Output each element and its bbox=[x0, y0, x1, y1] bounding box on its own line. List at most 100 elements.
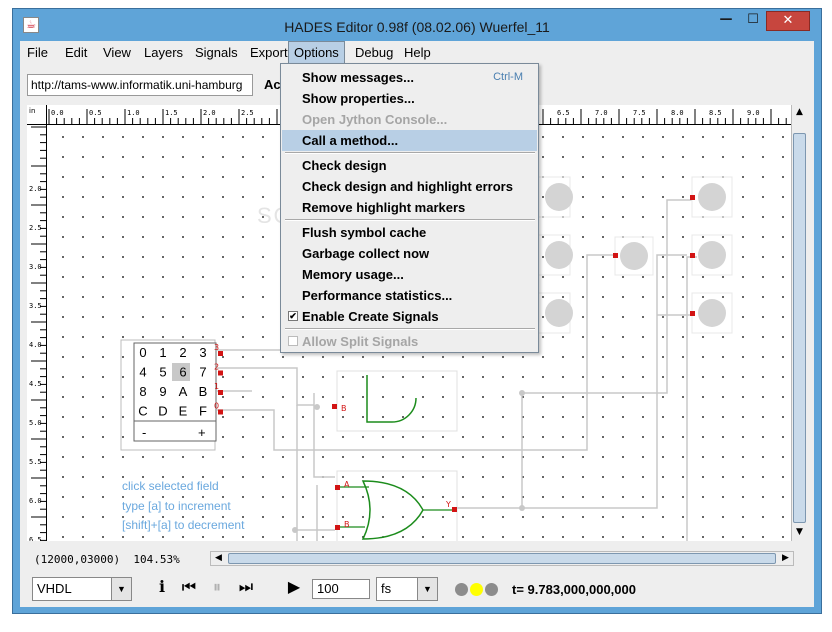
hex-key-1[interactable]: 1 bbox=[159, 345, 166, 360]
menu-item-remove-highlight[interactable]: Remove highlight markers bbox=[282, 197, 537, 218]
title-bar[interactable]: ☕ HADES Editor 0.98f (08.02.06) Wuerfel_… bbox=[13, 9, 821, 42]
hex-key-4[interactable]: 4 bbox=[139, 365, 146, 380]
or-gate-pin-a[interactable] bbox=[335, 485, 340, 490]
or-gate-pin-y[interactable] bbox=[452, 507, 457, 512]
menu-item-check-design[interactable]: Check design bbox=[282, 155, 537, 176]
menu-item-label: Enable Create Signals bbox=[302, 309, 439, 324]
options-dropdown-menu: Show messages... Ctrl-M Show properties.… bbox=[280, 63, 539, 353]
ruler-label: 2.0 bbox=[203, 109, 216, 117]
status-coords: (12000,03000) 104.53% bbox=[34, 553, 180, 566]
hex-key-3[interactable]: 3 bbox=[199, 345, 206, 360]
or-gate-pin-b[interactable] bbox=[335, 525, 340, 530]
menu-item-garbage-collect[interactable]: Garbage collect now bbox=[282, 243, 537, 264]
hex-keypad[interactable]: 0 1 2 34 5 6 78 9 A BC D E F - + 3210 bbox=[120, 339, 223, 451]
rewind-icon[interactable]: ⏮ bbox=[177, 576, 201, 598]
and-gate[interactable]: B bbox=[332, 370, 458, 432]
ruler-label: 4.0 bbox=[29, 341, 42, 349]
hex-key-6[interactable]: 6 bbox=[179, 365, 186, 380]
step-input[interactable]: 100 bbox=[312, 579, 370, 599]
hex-key-2[interactable]: 2 bbox=[179, 345, 186, 360]
menu-item-enable-create-signals[interactable]: ✔ Enable Create Signals bbox=[282, 306, 537, 327]
url-input[interactable]: http://tams-www.informatik.uni-hamburg bbox=[27, 74, 253, 96]
led-pin[interactable] bbox=[690, 311, 695, 316]
scroll-down-icon[interactable]: ▼ bbox=[792, 525, 807, 539]
language-select[interactable]: VHDL ▼ bbox=[32, 577, 132, 601]
simulation-time: t= 9.783,000,000,000 bbox=[512, 582, 636, 597]
horizontal-scrollbar[interactable]: ◀ ▶ bbox=[210, 551, 794, 566]
checkbox-unchecked-icon[interactable] bbox=[288, 336, 298, 346]
hex-key-c[interactable]: C bbox=[138, 404, 147, 419]
horizontal-scroll-thumb[interactable] bbox=[228, 553, 776, 564]
led-outputs[interactable] bbox=[524, 176, 733, 334]
and-gate-pin[interactable] bbox=[332, 404, 337, 409]
hex-key-0[interactable]: 0 bbox=[139, 345, 146, 360]
fast-forward-icon[interactable]: ⏭ bbox=[234, 576, 258, 598]
ruler-label: 3.0 bbox=[29, 263, 42, 271]
info-icon[interactable]: i bbox=[150, 576, 174, 598]
hex-key-f[interactable]: F bbox=[199, 404, 207, 419]
status-led-2 bbox=[470, 583, 483, 596]
vertical-scroll-thumb[interactable] bbox=[793, 133, 806, 523]
led-pin[interactable] bbox=[690, 253, 695, 258]
menu-debug[interactable]: Debug bbox=[350, 41, 398, 65]
pause-icon[interactable]: ⏸ bbox=[205, 576, 229, 598]
menu-view[interactable]: View bbox=[98, 41, 136, 65]
ruler-label: 2.5 bbox=[241, 109, 254, 117]
led-middle[interactable] bbox=[613, 236, 654, 276]
instructions: click selected field type [a] to increme… bbox=[122, 479, 245, 532]
hex-key-7[interactable]: 7 bbox=[199, 365, 206, 380]
hex-key-5[interactable]: 5 bbox=[159, 365, 166, 380]
menu-layers[interactable]: Layers bbox=[139, 41, 188, 65]
wire[interactable] bbox=[217, 367, 314, 406]
menu-item-call-method[interactable]: Call a method... bbox=[282, 130, 537, 151]
chevron-down-icon[interactable]: ▼ bbox=[111, 578, 131, 600]
vertical-scrollbar[interactable]: ▲ ▼ bbox=[791, 105, 807, 541]
menu-item-flush-symbol-cache[interactable]: Flush symbol cache bbox=[282, 222, 537, 243]
menu-signals[interactable]: Signals bbox=[190, 41, 243, 65]
menu-options[interactable]: Options bbox=[288, 41, 345, 65]
or-gate[interactable]: A B Y bbox=[335, 470, 458, 541]
time-unit-select[interactable]: fs ▼ bbox=[376, 577, 438, 601]
decrement-key[interactable]: - bbox=[142, 425, 146, 440]
menu-item-allow-split-signals[interactable]: Allow Split Signals bbox=[282, 331, 537, 352]
menu-file[interactable]: File bbox=[22, 41, 53, 65]
hex-key-b[interactable]: B bbox=[199, 384, 208, 399]
vertical-ruler: 2.0 2.5 3.0 3.5 4.0 4.5 5.0 5.5 6.0 6.5 bbox=[27, 125, 47, 541]
menu-item-label: Memory usage... bbox=[302, 267, 404, 282]
hex-key-9[interactable]: 9 bbox=[159, 384, 166, 399]
hex-key-a[interactable]: A bbox=[179, 384, 188, 399]
menu-item-memory-usage[interactable]: Memory usage... bbox=[282, 264, 537, 285]
and-gate-body bbox=[366, 375, 417, 423]
simulation-toolbar: VHDL ▼ i ⏮ ⏸ ⏭ ▶ 100 fs ▼ t= 9.783,000,0… bbox=[20, 571, 814, 607]
ruler-label: 4.5 bbox=[29, 380, 42, 388]
wire[interactable] bbox=[522, 199, 692, 394]
maximize-button[interactable]: ☐ bbox=[740, 11, 766, 31]
menu-item-performance-statistics[interactable]: Performance statistics... bbox=[282, 285, 537, 306]
hex-key-d[interactable]: D bbox=[158, 404, 167, 419]
or-gate-label-y: Y bbox=[445, 500, 451, 509]
scroll-up-icon[interactable]: ▲ bbox=[792, 105, 807, 119]
menu-export[interactable]: Export bbox=[245, 41, 293, 65]
menu-item-label: Flush symbol cache bbox=[302, 225, 427, 240]
chevron-down-icon[interactable]: ▼ bbox=[417, 578, 437, 600]
hex-key-e[interactable]: E bbox=[179, 404, 188, 419]
menu-item-show-messages[interactable]: Show messages... Ctrl-M bbox=[282, 67, 537, 88]
led-off bbox=[698, 241, 726, 269]
menu-help[interactable]: Help bbox=[399, 41, 436, 65]
scroll-left-icon[interactable]: ◀ bbox=[211, 552, 226, 565]
minimize-button[interactable]: — bbox=[713, 11, 739, 31]
menu-item-label: Open Jython Console... bbox=[302, 112, 448, 127]
menu-edit[interactable]: Edit bbox=[60, 41, 92, 65]
menu-item-check-design-highlight[interactable]: Check design and highlight errors bbox=[282, 176, 537, 197]
menu-item-show-properties[interactable]: Show properties... bbox=[282, 88, 537, 109]
close-button[interactable]: ✕ bbox=[766, 11, 810, 31]
led-pin[interactable] bbox=[690, 195, 695, 200]
menu-item-open-jython-console[interactable]: Open Jython Console... bbox=[282, 109, 537, 130]
play-icon[interactable]: ▶ bbox=[282, 576, 306, 598]
hex-key-8[interactable]: 8 bbox=[139, 384, 146, 399]
led-right-column[interactable] bbox=[690, 176, 733, 334]
led-pin[interactable] bbox=[613, 253, 618, 258]
increment-key[interactable]: + bbox=[198, 425, 206, 440]
checkbox-checked-icon[interactable]: ✔ bbox=[288, 311, 298, 321]
scroll-right-icon[interactable]: ▶ bbox=[778, 552, 793, 565]
